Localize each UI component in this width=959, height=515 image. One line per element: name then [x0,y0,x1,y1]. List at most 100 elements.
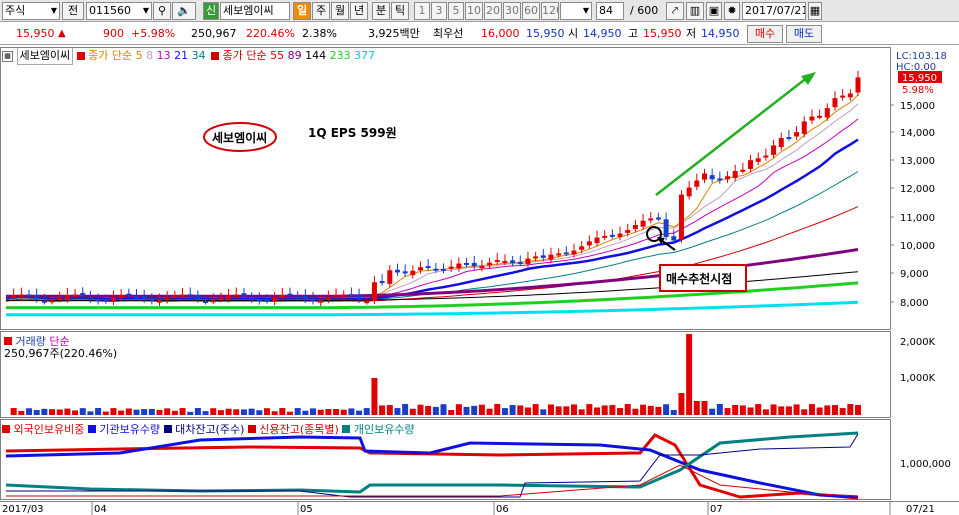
interval-30-button[interactable]: 30 [503,2,521,20]
current-price: 15,950 [16,27,55,40]
volume-bar [294,408,301,415]
volume-bar [72,410,79,415]
volume-bar [110,408,117,415]
candle-down [510,260,516,264]
candle-down [41,300,47,303]
candle-up [502,260,508,263]
candle-down [149,297,155,302]
tab-monthly[interactable]: 월 [331,2,349,20]
volume-bar [79,408,86,415]
lc-label: LC:103.18 [896,51,947,62]
price-y-axis: LC:103.18 HC:0.00 15,00014,00013,00012,0… [890,51,947,309]
candle-up [640,220,646,227]
volume-bar [778,406,785,415]
search-button[interactable]: ⚲ [153,2,171,20]
chart-canvas[interactable]: LC:103.18 HC:0.00 15,00014,00013,00012,0… [0,45,959,515]
interval-120-button[interactable]: 120 [541,2,559,20]
candle-down [141,296,147,300]
calendar-button[interactable]: ▦ [808,2,822,20]
candle-up [840,95,846,98]
save-button[interactable]: ▣ [706,2,722,20]
high-label: 고 [628,27,639,40]
volume-bar [686,334,693,415]
annotation-buy-signal: 매수추천시점 [666,271,732,286]
interval-60-button[interactable]: 60 [522,2,540,20]
volume-bar [501,408,508,415]
interval-custom-input[interactable]: ▼ [560,2,592,20]
interval-10-button[interactable]: 10 [465,2,483,20]
volume-pct: 220.46% [246,27,295,40]
x-label-07: 07 [710,504,723,515]
date-field[interactable]: 2017/07/21 [742,2,806,20]
volume-bar [87,411,94,415]
price-tick-label: 13,000 [900,156,935,167]
tab-weekly[interactable]: 주 [312,2,330,20]
settings-button[interactable]: ✹ [724,2,740,20]
volume-bar [678,393,685,415]
candle-up [571,250,577,255]
price-tick-label: 8,000 [900,298,929,309]
best-quote-label: 최우선 [433,27,464,40]
volume-bar [824,405,831,415]
tab-tick[interactable]: 틱 [391,2,409,20]
volume-bar [102,411,109,415]
investor-y-axis: 1,000,000 [900,459,951,470]
volume-bar [785,406,792,415]
buy-button[interactable]: 매수 [747,25,783,43]
volume-bar [855,405,861,415]
candle-up [817,115,823,118]
volume-bar [793,404,800,415]
code-input[interactable]: 011560 ▼ [86,2,152,20]
tab-yearly[interactable]: 년 [350,2,368,20]
sell-button[interactable]: 매도 [786,25,822,43]
volume-bar [578,409,585,415]
interval-1-button[interactable]: 1 [414,2,430,20]
volume-bar [532,404,539,415]
volume-bar [571,404,577,415]
interval-5-button[interactable]: 5 [448,2,464,20]
volume-bar [724,408,731,415]
volume-bar [747,407,754,415]
volume-bar [233,409,240,415]
volume-value: 250,967 [191,27,237,40]
chart-tool-button[interactable]: ▥ [686,2,704,20]
candle-up [586,241,592,246]
volume-bar [701,401,708,415]
price-tick-label: 9,000 [900,269,929,280]
volume-bar [448,409,455,415]
tab-daily[interactable]: 일 [293,2,311,20]
volume-bar [670,409,677,415]
volume-bar [417,404,424,415]
volume-bar [770,404,777,415]
volume-bar [141,409,148,415]
trend-tool-button[interactable]: ⤤ [666,2,684,20]
stock-name-field[interactable]: 세보엠이씨 [220,2,290,20]
current-pct-tag: 5.98% [902,85,934,96]
candle-down [348,294,354,297]
legend-credit-swatch [247,425,256,433]
candle-down [540,255,546,258]
interval-3-button[interactable]: 3 [431,2,447,20]
candle-down [425,266,431,269]
legend-credit: 신용잔고(종목별) [259,423,339,436]
candle-up [533,256,539,259]
candle-down [709,175,715,180]
volume-y-axis: 2,000K 1,000K [900,337,936,384]
toolbar: 주식 ▼ 전 011560 ▼ ⚲ 🔈 신 세보엠이씨 일 주 월 년 분 틱 1 … [0,0,959,22]
candle-up [763,155,769,158]
sound-button[interactable]: 🔈 [172,2,196,20]
open-price: 14,950 [583,27,622,40]
volume-bar [363,408,370,415]
volume-bar [179,408,186,415]
market-select[interactable]: 주식 ▼ [2,2,60,20]
candle-up [325,297,331,300]
interval-20-button[interactable]: 20 [484,2,502,20]
volume-bar [95,408,102,415]
market-all-button[interactable]: 전 [62,2,84,20]
volume-bar [555,406,562,415]
volume-bar [26,408,33,415]
tab-minute[interactable]: 분 [372,2,390,20]
candle-up [824,108,830,118]
count-input[interactable]: 84 [596,2,624,20]
volume-bars [10,334,861,415]
